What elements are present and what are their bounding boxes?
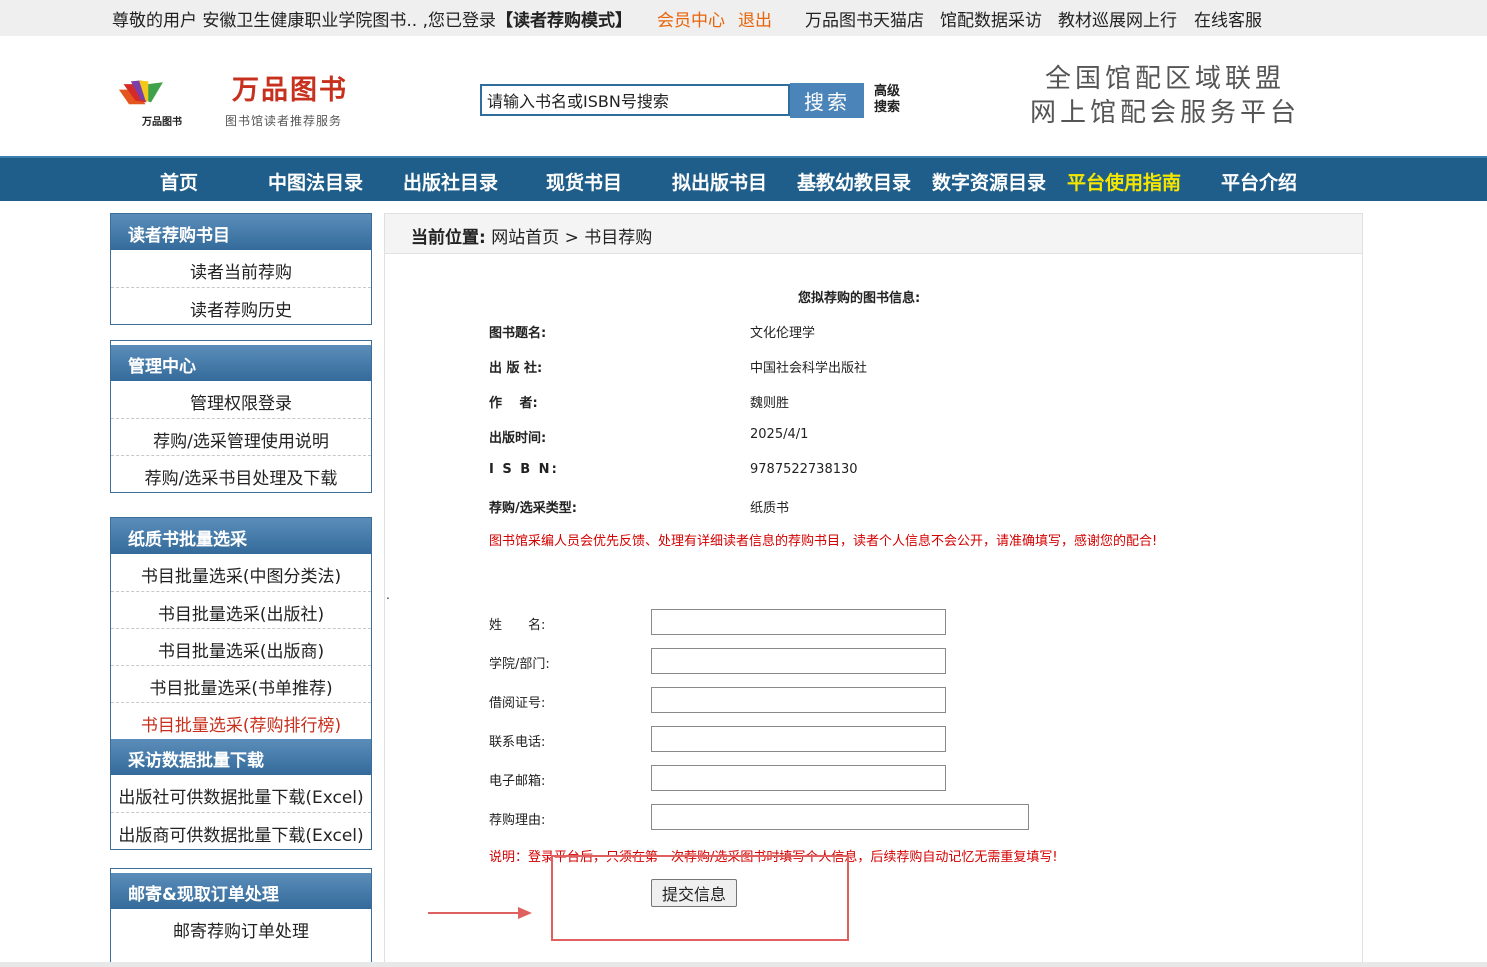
sidebar-item-mail-orders[interactable]: 邮寄荐购订单处理 bbox=[111, 909, 371, 946]
book-title-label: 图书题名: bbox=[489, 326, 547, 341]
book-info-title: 您拟荐购的图书信息: bbox=[798, 291, 921, 306]
sidebar-item-batch-booklist[interactable]: 书目批量选采(书单推荐) bbox=[111, 665, 371, 702]
sidebar-batch-selection: 纸质书批量选采 书目批量选采(中图分类法) 书目批量选采(出版社) 书目批量选采… bbox=[110, 517, 372, 850]
slogan-line-1: 全国馆配区域联盟 bbox=[1044, 64, 1285, 94]
platform-slogan: 全国馆配区域联盟 网上馆配会服务平台 bbox=[1030, 62, 1300, 130]
sidebar-item-admin-login[interactable]: 管理权限登录 bbox=[111, 381, 371, 418]
textbook-tour-link[interactable]: 教材巡展网上行 bbox=[1058, 6, 1177, 31]
email-label: 电子邮箱: bbox=[489, 774, 546, 789]
logo-subtitle: 图书馆读者推荐服务 bbox=[225, 114, 343, 128]
nav-clc-catalog[interactable]: 中图法目录 bbox=[268, 168, 363, 195]
sidebar-section-title: 邮寄&现取订单处理 bbox=[111, 873, 371, 909]
search-input[interactable] bbox=[480, 84, 790, 116]
email-field[interactable] bbox=[651, 765, 946, 791]
submit-button[interactable]: 提交信息 bbox=[651, 879, 737, 907]
sidebar-section-title: 读者荐购书目 bbox=[111, 214, 371, 250]
nav-home[interactable]: 首页 bbox=[160, 168, 198, 195]
advanced-search-link[interactable]: 高级搜索 bbox=[874, 84, 910, 116]
greeting: 尊敬的用户 安徽卫生健康职业学院图书.. ,您已登录 bbox=[112, 11, 497, 31]
reason-field[interactable] bbox=[651, 804, 1029, 830]
mode-label: 【读者荐购模式】 bbox=[496, 11, 633, 31]
member-center-link[interactable]: 会员中心 bbox=[657, 6, 725, 31]
sidebar-item-press-excel[interactable]: 出版社可供数据批量下载(Excel) bbox=[111, 775, 371, 812]
online-service-link[interactable]: 在线客服 bbox=[1194, 6, 1262, 31]
sidebar-item-management-guide[interactable]: 荐购/选采管理使用说明 bbox=[111, 418, 371, 455]
logo-mark-text: 万品图书 bbox=[142, 117, 182, 128]
publisher-label: 出 版 社: bbox=[489, 361, 543, 376]
logo-title: 万品图书 bbox=[232, 75, 348, 106]
department-label: 学院/部门: bbox=[489, 657, 550, 672]
sidebar-item-batch-publisher[interactable]: 书目批量选采(出版商) bbox=[111, 628, 371, 665]
author-value: 魏则胜 bbox=[750, 396, 790, 411]
privacy-notice: 图书馆采编人员会优先反馈、处理有详细读者信息的荐购书目，读者个人信息不会公开，请… bbox=[489, 534, 1158, 549]
nav-platform-intro[interactable]: 平台介绍 bbox=[1221, 168, 1297, 195]
name-field[interactable] bbox=[651, 609, 946, 635]
tmall-store-link[interactable]: 万品图书天猫店 bbox=[805, 6, 924, 31]
isbn-value: 9787522738130 bbox=[750, 462, 858, 477]
sidebar-section-title: 管理中心 bbox=[111, 345, 371, 381]
sidebar-item-batch-ranking[interactable]: 书目批量选采(荐购排行榜) bbox=[111, 702, 371, 739]
library-card-label: 借阅证号: bbox=[489, 696, 546, 711]
nav-digital-resources[interactable]: 数字资源目录 bbox=[932, 168, 1046, 195]
sidebar-section-title: 采访数据批量下载 bbox=[111, 739, 371, 775]
reason-label: 荐购理由: bbox=[489, 813, 546, 828]
breadcrumb-path[interactable]: 网站首页 > 书目荐购 bbox=[491, 228, 652, 248]
sidebar-item-process-download[interactable]: 荐购/选采书目处理及下载 bbox=[111, 455, 371, 492]
search-button[interactable]: 搜索 bbox=[790, 83, 864, 118]
sidebar-management: 管理中心 管理权限登录 荐购/选采管理使用说明 荐购/选采书目处理及下载 bbox=[110, 340, 372, 493]
nav-forthcoming[interactable]: 拟出版书目 bbox=[672, 168, 767, 195]
breadcrumb-label: 当前位置: bbox=[411, 228, 486, 248]
breadcrumb-text: 当前位置: 网站首页 > 书目荐购 bbox=[411, 223, 652, 248]
author-label: 作 者: bbox=[489, 396, 538, 411]
sidebar-item-recommend-history[interactable]: 读者荐购历史 bbox=[111, 287, 371, 324]
library-card-field[interactable] bbox=[651, 687, 946, 713]
data-collection-link[interactable]: 馆配数据采访 bbox=[940, 6, 1042, 31]
sidebar-item-batch-press[interactable]: 书目批量选采(出版社) bbox=[111, 591, 371, 628]
bottom-border bbox=[0, 962, 1487, 967]
nav-in-stock[interactable]: 现货书目 bbox=[546, 168, 622, 195]
slogan-line-2: 网上馆配会服务平台 bbox=[1030, 98, 1301, 128]
pubdate-value: 2025/4/1 bbox=[750, 427, 809, 442]
sidebar-item-current-recommend[interactable]: 读者当前荐购 bbox=[111, 250, 371, 287]
phone-label: 联系电话: bbox=[489, 735, 546, 750]
divider-dot: . bbox=[386, 588, 390, 602]
book-title-value: 文化伦理学 bbox=[750, 326, 816, 341]
department-field[interactable] bbox=[651, 648, 946, 674]
logout-link[interactable]: 退出 bbox=[738, 6, 772, 31]
sidebar-item-batch-clc[interactable]: 书目批量选采(中图分类法) bbox=[111, 554, 371, 591]
breadcrumb: 当前位置: 网站首页 > 书目荐购 bbox=[385, 214, 1362, 254]
main-nav: 首页 中图法目录 出版社目录 现货书目 拟出版书目 基教幼教目录 数字资源目录 … bbox=[0, 156, 1487, 201]
name-label: 姓 名: bbox=[489, 618, 546, 633]
publisher-value: 中国社会科学出版社 bbox=[750, 361, 868, 376]
type-label: 荐购/选采类型: bbox=[489, 501, 577, 516]
sidebar-reader-recommend: 读者荐购书目 读者当前荐购 读者荐购历史 bbox=[110, 213, 372, 325]
greeting-text: 尊敬的用户 安徽卫生健康职业学院图书.. ,您已登录【读者荐购模式】 bbox=[112, 6, 632, 31]
sidebar-item-publisher-excel[interactable]: 出版商可供数据批量下载(Excel) bbox=[111, 812, 371, 849]
sidebar-section-title: 纸质书批量选采 bbox=[111, 518, 371, 554]
top-bar: 尊敬的用户 安徽卫生健康职业学院图书.. ,您已登录【读者荐购模式】 会员中心 … bbox=[0, 0, 1487, 36]
annotation-arrow-icon bbox=[428, 907, 532, 919]
type-value: 纸质书 bbox=[750, 501, 790, 516]
nav-k12-catalog[interactable]: 基教幼教目录 bbox=[797, 168, 911, 195]
phone-field[interactable] bbox=[651, 726, 946, 752]
isbn-label: I S B N: bbox=[489, 462, 559, 477]
pubdate-label: 出版时间: bbox=[489, 431, 547, 446]
nav-publisher-catalog[interactable]: 出版社目录 bbox=[403, 168, 498, 195]
sidebar-orders: 邮寄&现取订单处理 邮寄荐购订单处理 bbox=[110, 868, 372, 964]
nav-user-guide[interactable]: 平台使用指南 bbox=[1067, 168, 1181, 195]
